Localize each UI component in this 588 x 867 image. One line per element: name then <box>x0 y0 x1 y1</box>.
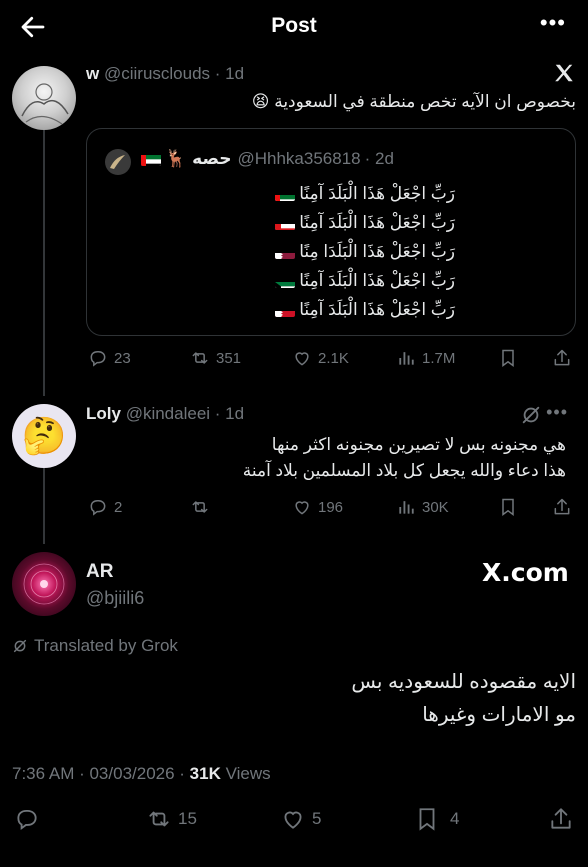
tweet-text: بخصوص ان الآيه تخص منطقة في السعودية 😫 <box>251 92 576 111</box>
thread-line <box>43 468 45 544</box>
repost-icon <box>149 811 169 827</box>
x-logo-icon <box>555 64 573 82</box>
quote-author-name: حصه <box>192 149 232 168</box>
quote-tweet-card[interactable]: 🦌 حصه @Hhhka356818 · 2d رَبِّ اجْعَلْ هَ… <box>86 128 576 336</box>
author-name[interactable]: AR <box>86 561 113 583</box>
bookmark-icon <box>419 808 435 831</box>
repost-button[interactable]: 351 <box>190 348 241 368</box>
reply-button[interactable]: 23 <box>88 348 131 368</box>
grok-icon <box>13 639 27 653</box>
quote-avatar <box>105 149 131 175</box>
views-label: Views <box>220 764 271 783</box>
tweet-time: · 1d <box>214 404 245 423</box>
quote-lines: رَبِّ اجْعَلْ هَذَا الْبَلَدَ آمِنًا رَب… <box>105 179 455 324</box>
quote-line: رَبِّ اجْعَلْ هَذَا الْبَلَدَ آمِنًا <box>105 295 455 324</box>
tweet-text: هي مجنونه بس لا تصيرين مجنونه اكثر منها … <box>242 435 566 480</box>
repost-button[interactable]: 15 <box>146 806 197 832</box>
reply-icon <box>90 500 106 516</box>
repost-icon <box>192 501 208 513</box>
page-title: Post <box>271 14 317 37</box>
avatar[interactable] <box>12 66 76 130</box>
quote-author-handle: @Hhhka356818 <box>237 149 361 168</box>
tweet-text: الايه مقصوده للسعوديه بس مو الامارات وغي… <box>351 671 576 726</box>
views-icon <box>399 501 414 514</box>
author-handle[interactable]: @kindaleei <box>126 404 210 423</box>
avatar[interactable] <box>12 552 76 616</box>
more-options-icon[interactable]: ••• <box>540 10 566 36</box>
repost-icon <box>192 352 208 364</box>
quote-line: رَبِّ اجْعَلْ هَذَا الْبَلَدَ آمِنًا <box>105 208 455 237</box>
repost-button[interactable] <box>190 497 216 517</box>
header-bar: Post ••• <box>0 0 588 56</box>
author-name[interactable]: Loly <box>86 404 121 423</box>
avatar[interactable]: 🤔 <box>12 404 76 468</box>
heart-icon <box>295 501 309 515</box>
orb-avatar-icon <box>23 563 65 605</box>
share-icon[interactable] <box>552 348 572 368</box>
share-icon[interactable] <box>548 806 574 832</box>
tweet-meta: 7:36 AM · 03/03/2026 · 31K Views <box>12 764 271 784</box>
bookmark-icon[interactable] <box>498 497 518 517</box>
x-com-brand: X.com <box>482 558 569 587</box>
views-icon <box>399 352 414 365</box>
views-count[interactable]: 31K <box>190 764 221 783</box>
more-options-icon[interactable]: ••• <box>546 402 568 423</box>
kuwait-flag-icon <box>274 275 295 289</box>
reply-icon <box>90 351 106 367</box>
calligraphy-icon <box>110 155 125 169</box>
thread-line <box>43 126 45 396</box>
bahrain-flag-icon <box>274 304 295 318</box>
translated-label[interactable]: Translated by Grok <box>12 636 178 656</box>
tweet-timestamp: 7:36 AM · 03/03/2026 · <box>12 764 190 783</box>
heart-icon <box>295 352 309 366</box>
like-button[interactable]: 5 <box>280 806 321 832</box>
grok-icon[interactable] <box>520 404 542 426</box>
author-name[interactable]: w <box>86 64 99 83</box>
sketch-avatar-icon <box>21 83 69 125</box>
quote-time: · 2d <box>364 149 394 168</box>
quote-line: رَبِّ اجْعَلْ هَذَا الْبَلَدَ آمِنًا <box>105 179 455 208</box>
author-handle[interactable]: @ciirusclouds <box>104 64 210 83</box>
quote-header: 🦌 حصه @Hhhka356818 · 2d <box>137 149 394 169</box>
qatar-flag-icon <box>274 246 295 260</box>
bookmark-button[interactable]: 4 <box>414 806 459 832</box>
quote-line: رَبِّ اجْعَلْ هَذَا الْبَلَدَ آمِنًا <box>105 266 455 295</box>
reply-icon[interactable] <box>14 806 40 832</box>
uae-flag-icon <box>274 188 295 202</box>
heart-icon <box>284 811 302 829</box>
reply-button[interactable]: 2 <box>88 497 122 517</box>
tweet-time: · 1d <box>214 64 245 83</box>
views-button[interactable]: 1.7M <box>396 348 455 368</box>
bookmark-icon[interactable] <box>498 348 518 368</box>
like-button[interactable]: 2.1K <box>292 348 349 368</box>
views-button[interactable]: 30K <box>396 497 449 517</box>
like-button[interactable]: 196 <box>292 497 343 517</box>
quote-emoji: 🦌 <box>165 149 187 168</box>
thinking-face-icon: 🤔 <box>21 415 67 456</box>
quote-line: رَبِّ اجْعَلْ هَذَا الْبَلَدَا مِنًا <box>105 237 455 266</box>
tweet-header: Loly @kindaleei · 1d <box>86 404 244 424</box>
tweet-header: w @ciirusclouds · 1d <box>86 64 244 84</box>
uae-flag-icon <box>141 153 161 166</box>
share-icon[interactable] <box>552 497 572 517</box>
oman-flag-icon <box>274 217 295 231</box>
author-handle[interactable]: @bjiili6 <box>86 588 144 609</box>
